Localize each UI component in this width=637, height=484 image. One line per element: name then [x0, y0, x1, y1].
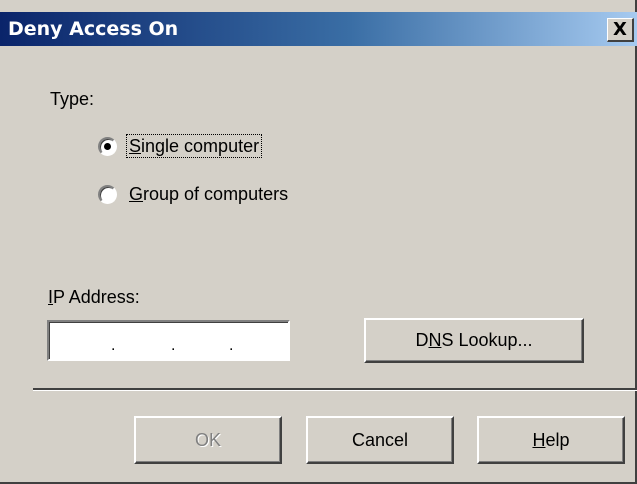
single-computer-label[interactable]: Single computer: [125, 134, 263, 158]
cancel-label: Cancel: [351, 429, 409, 450]
ok-button[interactable]: OK: [134, 416, 282, 464]
ip-octet-separator: .: [111, 337, 116, 354]
single-computer-option[interactable]: Single computer: [98, 134, 263, 158]
deny-access-dialog: Deny Access On X Type: Single computer G…: [0, 0, 637, 484]
radio-unselected-icon[interactable]: [98, 184, 117, 204]
ok-label: OK: [194, 429, 221, 450]
dialog-title: Deny Access On: [8, 18, 179, 40]
radio-selected-icon[interactable]: [98, 136, 117, 156]
group-of-computers-option[interactable]: Group of computers: [98, 183, 290, 205]
cancel-button[interactable]: Cancel: [306, 416, 454, 464]
group-of-computers-label[interactable]: Group of computers: [127, 183, 290, 205]
type-label: Type:: [50, 89, 95, 109]
help-button[interactable]: Help: [477, 416, 625, 464]
button-separator: [33, 388, 637, 391]
single-computer-rest: ingle computer: [141, 136, 260, 156]
close-button[interactable]: X: [607, 18, 634, 42]
ip-address-label: IP Address:: [48, 287, 140, 307]
group-of-computers-rest: roup of computers: [143, 184, 289, 204]
dns-lookup-button[interactable]: DNS Lookup...: [364, 318, 584, 363]
ip-octet-separator: .: [229, 337, 234, 354]
help-label: Help: [532, 429, 570, 450]
title-bar[interactable]: Deny Access On X: [0, 12, 637, 46]
ip-address-label-rest: P Address:: [53, 287, 140, 307]
close-icon: X: [613, 18, 627, 40]
ip-address-input[interactable]: . . .: [47, 320, 290, 361]
dns-lookup-label: DNS Lookup...: [415, 330, 533, 350]
ip-octet-separator: .: [171, 337, 176, 354]
